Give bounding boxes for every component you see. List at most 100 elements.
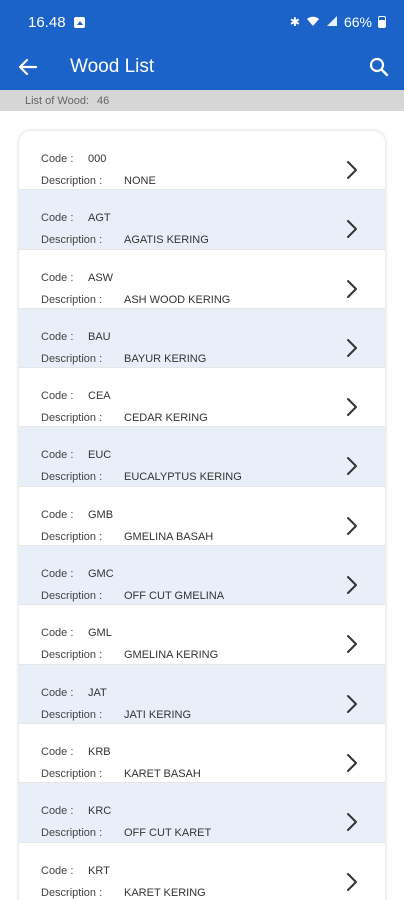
description-line: Description : CEDAR KERING xyxy=(41,412,208,424)
description-value: ASH WOOD KERING xyxy=(124,293,231,306)
description-label: Description : xyxy=(41,767,103,780)
list-item[interactable]: Code : AGT Description : AGATIS KERING xyxy=(19,190,385,250)
code-label: Code : xyxy=(41,508,74,521)
status-bar: 16.48 ✱ 66% xyxy=(0,0,404,44)
description-line: Description : ASH WOOD KERING xyxy=(41,294,230,306)
bluetooth-icon: ✱ xyxy=(289,15,300,29)
description-label: Description : xyxy=(41,530,103,543)
page-title: Wood List xyxy=(70,56,155,77)
description-value: NONE xyxy=(124,175,156,187)
signal-icon xyxy=(326,15,338,29)
list-item[interactable]: Code : KRB Description : KARET BASAH xyxy=(19,724,385,784)
code-value: 000 xyxy=(88,153,107,165)
list-item[interactable]: Code : CEA Description : CEDAR KERING xyxy=(19,368,385,428)
wood-count-value: 46 xyxy=(97,94,110,107)
description-label: Description : xyxy=(41,412,103,425)
code-value: GML xyxy=(88,627,112,640)
description-value: GMELINA BASAH xyxy=(124,530,214,543)
status-left: 16.48 xyxy=(28,14,85,31)
wood-count-bar: List of Wood: 46 xyxy=(0,90,404,111)
description-line: Description : GMELINA BASAH xyxy=(41,531,213,543)
description-label: Description : xyxy=(41,175,103,187)
code-value: JAT xyxy=(88,686,107,699)
description-label: Description : xyxy=(41,886,103,899)
description-label: Description : xyxy=(41,471,103,484)
code-label: Code : xyxy=(41,864,74,877)
description-value: KARET BASAH xyxy=(124,767,201,780)
arrow-left-icon xyxy=(18,58,38,76)
list-item[interactable]: Code : ASW Description : ASH WOOD KERING xyxy=(19,250,385,309)
code-label: Code : xyxy=(41,390,74,403)
code-value: GMC xyxy=(88,568,114,581)
code-label: Code : xyxy=(41,212,74,225)
list-item[interactable]: Code : KRT Description : KARET KERING xyxy=(19,843,385,900)
description-value: OFF CUT GMELINA xyxy=(124,590,225,603)
chevron-right-icon xyxy=(347,516,357,535)
code-value: CEA xyxy=(88,390,111,403)
list-item[interactable]: Code : 000 Description : NONE xyxy=(19,131,385,191)
description-value: OFF CUT KARET xyxy=(124,827,212,840)
description-value: CEDAR KERING xyxy=(124,412,208,425)
code-label: Code : xyxy=(41,745,74,758)
chevron-right-icon xyxy=(347,813,357,832)
search-icon xyxy=(369,57,389,77)
status-right: ✱ 66% xyxy=(290,14,386,30)
code-line: Code : AGT xyxy=(41,212,111,224)
description-line: Description : GMELINA KERING xyxy=(41,649,218,661)
code-value: KRB xyxy=(88,745,111,758)
code-label: Code : xyxy=(41,449,74,462)
search-button[interactable] xyxy=(354,44,404,90)
chevron-right-icon xyxy=(347,694,357,713)
code-label: Code : xyxy=(41,330,74,343)
wood-count-label: List of Wood: xyxy=(25,94,89,107)
description-label: Description : xyxy=(41,827,103,840)
chevron-right-icon xyxy=(347,279,357,298)
description-value: KARET KERING xyxy=(124,886,206,899)
chevron-right-icon xyxy=(347,220,357,239)
description-value: BAYUR KERING xyxy=(124,352,207,365)
back-button[interactable] xyxy=(0,44,56,90)
gallery-notification-icon xyxy=(73,16,85,28)
chevron-right-icon xyxy=(347,753,357,772)
list-item[interactable]: Code : KRC Description : OFF CUT KARET xyxy=(19,783,385,843)
code-value: AGT xyxy=(88,212,111,225)
battery-percent: 66% xyxy=(343,14,372,30)
description-line: Description : BAYUR KERING xyxy=(41,353,206,365)
code-label: Code : xyxy=(41,153,74,165)
code-line: Code : 000 xyxy=(41,153,106,165)
code-value: KRC xyxy=(88,805,112,818)
status-time: 16.48 xyxy=(28,13,66,31)
description-label: Description : xyxy=(41,590,103,603)
list-item[interactable]: Code : EUC Description : EUCALYPTUS KERING xyxy=(19,427,385,487)
description-line: Description : EUCALYPTUS KERING xyxy=(41,471,242,483)
list-item[interactable]: Code : GMB Description : GMELINA BASAH xyxy=(19,487,385,547)
description-line: Description : OFF CUT GMELINA xyxy=(41,590,224,602)
wood-list: Code : 000 Description : NONE Code : AGT Descr… xyxy=(19,131,385,900)
description-value: JATI KERING xyxy=(124,708,192,721)
description-label: Description : xyxy=(41,293,103,306)
list-item[interactable]: Code : GMC Description : OFF CUT GMELINA xyxy=(19,546,385,606)
code-line: Code : EUC xyxy=(41,449,111,461)
code-line: Code : BAU xyxy=(41,331,111,343)
code-line: Code : GML xyxy=(41,627,112,639)
list-item[interactable]: Code : BAU Description : BAYUR KERING xyxy=(19,308,385,369)
battery-icon xyxy=(378,16,386,28)
description-line: Description : NONE xyxy=(41,175,156,187)
description-line: Description : AGATIS KERING xyxy=(41,234,209,246)
code-label: Code : xyxy=(41,568,74,581)
list-item[interactable]: Code : JAT Description : JATI KERING xyxy=(19,664,385,724)
list-item[interactable]: Code : GML Description : GMELINA KERING xyxy=(19,605,385,665)
code-value: ASW xyxy=(88,271,114,284)
code-line: Code : KRB xyxy=(41,746,111,758)
chevron-right-icon xyxy=(347,398,357,417)
description-label: Description : xyxy=(41,708,103,721)
chevron-right-icon xyxy=(347,338,357,357)
code-value: EUC xyxy=(88,449,112,462)
code-line: Code : KRC xyxy=(41,805,111,817)
chevron-right-icon xyxy=(347,872,357,891)
chevron-right-icon xyxy=(347,161,357,179)
description-value: GMELINA KERING xyxy=(124,649,219,662)
code-line: Code : GMC xyxy=(41,568,114,580)
code-line: Code : CEA xyxy=(41,390,111,402)
description-label: Description : xyxy=(41,234,103,247)
